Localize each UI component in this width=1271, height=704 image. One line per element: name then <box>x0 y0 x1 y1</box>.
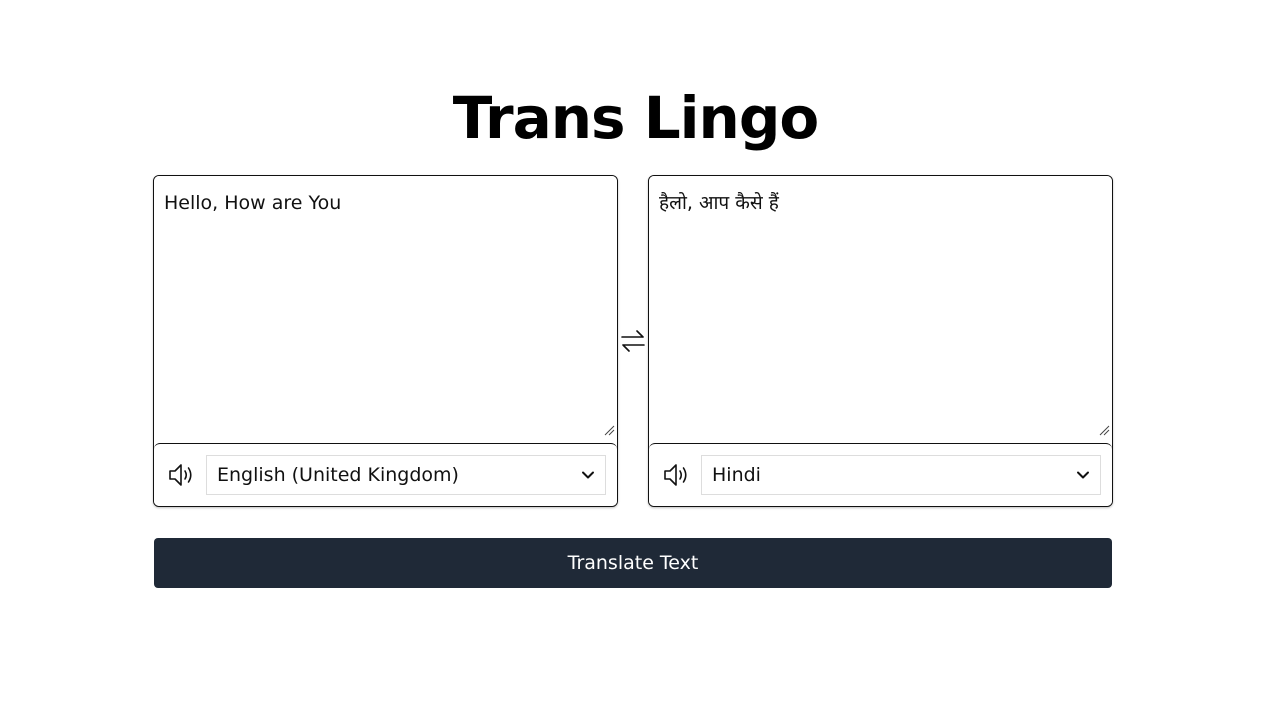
page: Trans Lingo Hello, How are You English (… <box>0 0 1271 704</box>
target-language-value: Hindi <box>712 464 761 486</box>
target-resize-grip-icon[interactable] <box>1098 424 1110 436</box>
target-panel: हैलो, आप कैसे हैं Hindi <box>648 175 1113 507</box>
target-controls: Hindi <box>649 443 1112 506</box>
translate-button[interactable]: Translate Text <box>154 538 1112 588</box>
target-language-select[interactable]: Hindi <box>701 455 1101 495</box>
target-speaker-icon[interactable] <box>659 458 693 492</box>
source-panel: Hello, How are You English (United Kingd… <box>153 175 618 507</box>
source-language-select[interactable]: English (United Kingdom) <box>206 455 606 495</box>
source-controls: English (United Kingdom) <box>154 443 617 506</box>
source-language-value: English (United Kingdom) <box>217 464 459 486</box>
source-text-input[interactable]: Hello, How are You <box>154 176 617 442</box>
swap-arrows-icon <box>621 330 645 352</box>
target-text-output[interactable]: हैलो, आप कैसे हैं <box>649 176 1112 442</box>
chevron-down-icon <box>1076 468 1090 482</box>
chevron-down-icon <box>581 468 595 482</box>
swap-languages-button[interactable] <box>617 325 649 357</box>
source-resize-grip-icon[interactable] <box>603 424 615 436</box>
source-speaker-icon[interactable] <box>164 458 198 492</box>
app-title: Trans Lingo <box>452 84 819 152</box>
